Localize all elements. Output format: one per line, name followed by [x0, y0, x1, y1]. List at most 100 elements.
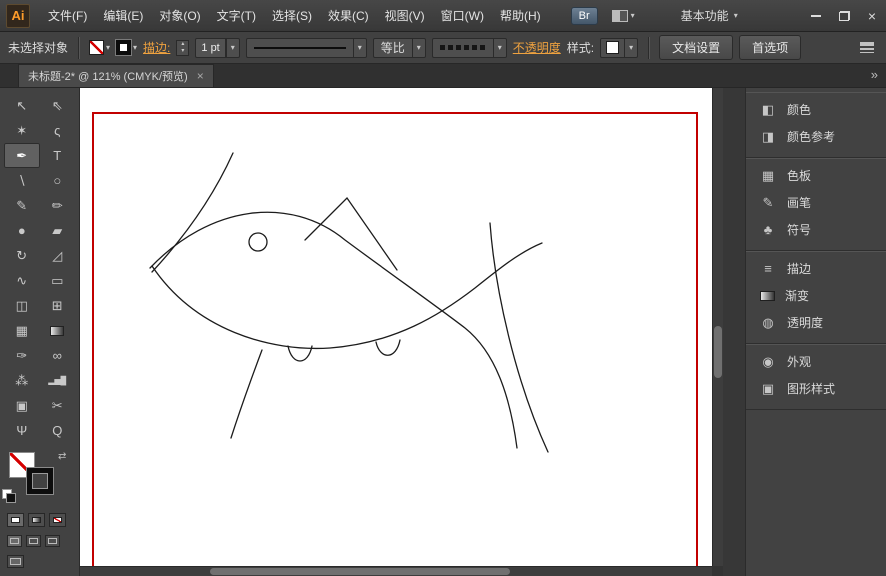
horizontal-scrollbar-thumb[interactable] [210, 568, 510, 575]
width-tool[interactable]: ∿ [4, 268, 40, 293]
pen-tool[interactable]: ✒ [4, 143, 40, 168]
mesh-tool[interactable]: ▦ [4, 318, 40, 343]
gradient-tool[interactable] [40, 318, 76, 343]
eyedropper-tool[interactable]: ✑ [4, 343, 40, 368]
brush-definition-dropdown[interactable]: ▾ [432, 38, 507, 58]
workspace-switcher[interactable]: 基本功能 ▾ [681, 7, 738, 24]
stroke-color-control[interactable]: ▾ [116, 40, 137, 55]
panel-brushes[interactable]: ✎画笔 [746, 189, 886, 216]
window-controls: × [802, 0, 886, 32]
fish-path[interactable] [249, 233, 267, 251]
swap-fill-stroke-icon[interactable]: ⇄ [58, 451, 66, 462]
rotate-tool[interactable]: ↻ [4, 243, 40, 268]
panel-stroke[interactable]: ≡描边 [746, 255, 886, 282]
column-graph-tool[interactable]: ▂▅█ [40, 368, 76, 393]
ellipse-tool[interactable]: ○ [40, 168, 76, 193]
scale-tool[interactable]: ◿ [40, 243, 76, 268]
fill-none-swatch[interactable] [89, 40, 104, 55]
collapse-dock-icon[interactable]: » [871, 68, 878, 81]
fill-color-control[interactable]: ▾ [89, 40, 110, 55]
shape-builder-tool[interactable]: ◫ [4, 293, 40, 318]
gradient-mode-button[interactable] [28, 513, 45, 527]
draw-normal-button[interactable] [7, 535, 22, 547]
stroke-color-swatch[interactable] [116, 40, 131, 55]
horizontal-scrollbar[interactable] [80, 566, 712, 576]
menu-type[interactable]: 文字(T) [209, 0, 264, 32]
stroke-weight-dropdown[interactable]: ▾ [226, 38, 240, 58]
opacity-panel-link[interactable]: 不透明度 [513, 39, 561, 56]
zoom-tool[interactable]: Q [40, 418, 76, 443]
chevron-down-icon: ▾ [493, 39, 506, 57]
magic-wand-tool[interactable]: ✶ [4, 118, 40, 143]
preferences-button[interactable]: 首选项 [739, 35, 801, 60]
panel-gradient[interactable]: 渐变 [746, 282, 886, 309]
paintbrush-tool[interactable]: ✎ [4, 193, 40, 218]
menu-select[interactable]: 选择(S) [264, 0, 320, 32]
stepper-up-icon[interactable]: ▴ [177, 41, 188, 48]
artboard-tool[interactable]: ▣ [4, 393, 40, 418]
fish-path[interactable] [152, 243, 542, 348]
stroke-swatch[interactable] [27, 468, 53, 494]
draw-inside-button[interactable] [45, 535, 60, 547]
stepper-down-icon[interactable]: ▾ [177, 48, 188, 55]
screen-mode-button[interactable] [7, 555, 24, 568]
blend-tool[interactable]: ∞ [40, 343, 76, 368]
eraser-tool[interactable]: ▰ [40, 218, 76, 243]
line-segment-tool[interactable]: ∖ [4, 168, 40, 193]
width-profile-dropdown[interactable]: 等比 ▾ [373, 38, 426, 58]
type-tool[interactable]: T [40, 143, 76, 168]
vertical-scrollbar[interactable] [712, 88, 723, 566]
pencil-tool[interactable]: ✏ [40, 193, 76, 218]
vertical-scrollbar-thumb[interactable] [714, 326, 722, 378]
panel-swatches[interactable]: ▦色板 [746, 162, 886, 189]
menu-edit[interactable]: 编辑(E) [95, 0, 151, 32]
default-fill-stroke-icon[interactable] [2, 489, 12, 499]
slice-tool[interactable]: ✂ [40, 393, 76, 418]
panel-transparency[interactable]: ◍透明度 [746, 309, 886, 336]
perspective-grid-tool[interactable]: ⊞ [40, 293, 76, 318]
menu-object[interactable]: 对象(O) [151, 0, 208, 32]
menu-window[interactable]: 窗口(W) [433, 0, 492, 32]
stroke-weight-stepper[interactable]: ▴ ▾ [176, 40, 189, 56]
stroke-style-dropdown[interactable]: ▾ [246, 38, 367, 58]
close-button[interactable]: × [858, 0, 886, 32]
document-tab[interactable]: 未标题-2* @ 121% (CMYK/预览) × [18, 64, 214, 87]
menu-view[interactable]: 视图(V) [377, 0, 433, 32]
document-setup-button[interactable]: 文档设置 [659, 35, 733, 60]
color-mode-button[interactable] [7, 513, 24, 527]
arrange-documents-button[interactable]: ▾ [612, 10, 635, 22]
menu-help[interactable]: 帮助(H) [492, 0, 549, 32]
tab-close-icon[interactable]: × [197, 69, 204, 83]
control-panel-menu-icon[interactable] [860, 42, 874, 53]
symbol-sprayer-tool[interactable]: ⁂ [4, 368, 40, 393]
fish-drawing[interactable] [80, 88, 712, 566]
fish-path[interactable] [305, 198, 397, 270]
minimize-button[interactable] [802, 0, 830, 32]
hand-tool[interactable]: Ψ [4, 418, 40, 443]
draw-behind-button[interactable] [26, 535, 41, 547]
none-mode-button[interactable] [49, 513, 66, 527]
stroke-weight-field[interactable]: 1 pt [195, 38, 225, 58]
draw-mode-row [0, 527, 79, 547]
fish-path[interactable] [490, 223, 548, 452]
menu-file[interactable]: 文件(F) [40, 0, 95, 32]
panel-appearance[interactable]: ◉外观 [746, 348, 886, 375]
panel-color[interactable]: ◧颜色 [746, 96, 886, 123]
canvas-area[interactable] [80, 88, 712, 566]
fish-path[interactable] [376, 340, 400, 355]
bridge-button[interactable]: Br [571, 7, 598, 25]
direct-selection-tool[interactable]: ⇖ [40, 93, 76, 118]
fish-path[interactable] [231, 350, 262, 438]
panel-symbols[interactable]: ♣符号 [746, 216, 886, 243]
stroke-panel-link[interactable]: 描边: [143, 39, 170, 56]
restore-button[interactable] [830, 0, 858, 32]
lasso-tool[interactable]: ς [40, 118, 76, 143]
graphic-style-dropdown[interactable]: ▾ [600, 38, 638, 58]
panel-graphic-styles[interactable]: ▣图形样式 [746, 375, 886, 402]
blob-brush-tool[interactable]: ● [4, 218, 40, 243]
menu-effect[interactable]: 效果(C) [320, 0, 377, 32]
fish-path[interactable] [150, 212, 517, 448]
selection-tool[interactable]: ↖ [4, 93, 40, 118]
free-transform-tool[interactable]: ▭ [40, 268, 76, 293]
panel-color-guide[interactable]: ◨颜色参考 [746, 123, 886, 150]
